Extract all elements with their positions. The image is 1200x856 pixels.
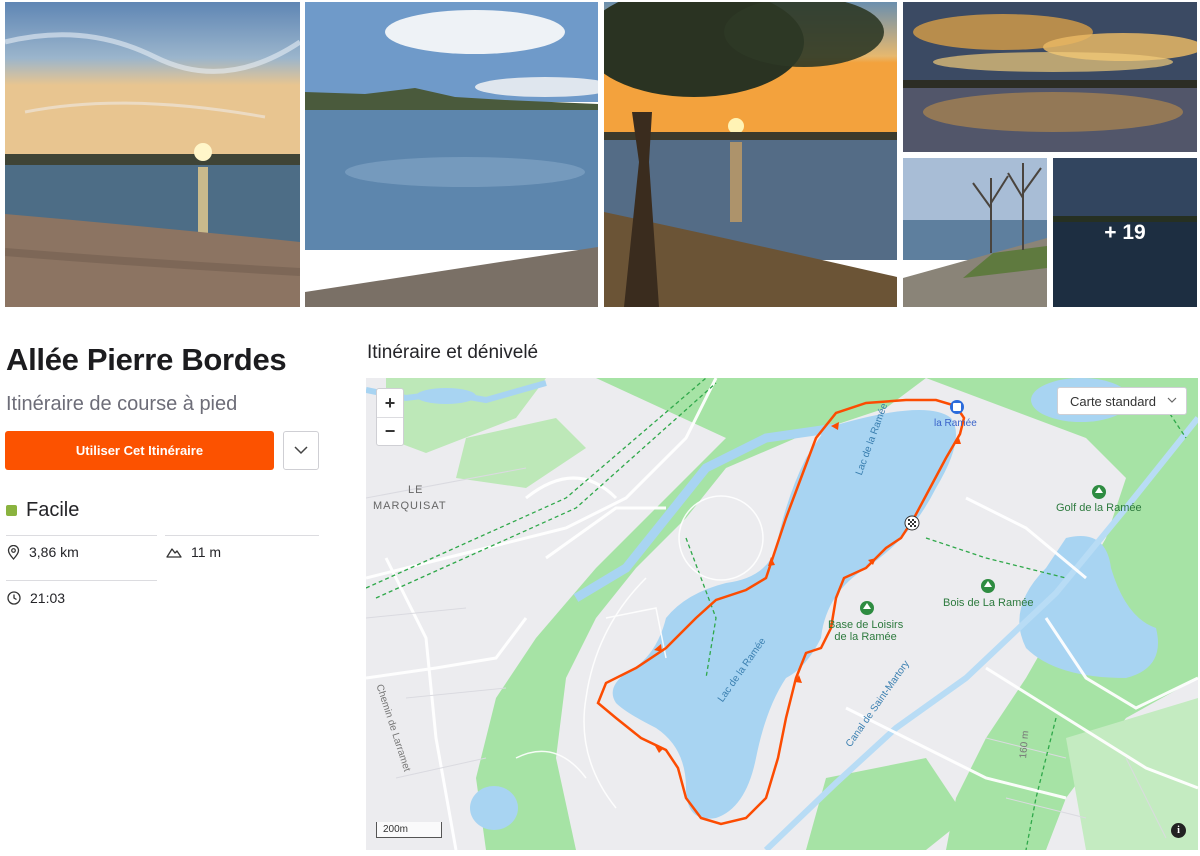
map-scale-bar: 200m <box>376 822 442 838</box>
zoom-out-button[interactable]: − <box>377 417 403 445</box>
map-label-marquisat: MARQUISAT <box>373 500 447 512</box>
map-label-base-line2: de la Ramée <box>834 631 897 643</box>
photo-more[interactable]: + 19 <box>1053 158 1197 307</box>
map-type-select[interactable]: Carte standard <box>1057 387 1187 415</box>
map-label-start[interactable]: la Ramée <box>934 418 977 430</box>
map-label-base-line1: Base de Loisirs <box>828 619 904 631</box>
clock-icon <box>7 591 21 605</box>
more-photos-count[interactable]: + 19 <box>1053 158 1197 307</box>
photo-winter-trees[interactable] <box>903 158 1047 307</box>
chevron-down-icon <box>294 446 308 455</box>
stat-time: 21:03 <box>7 590 65 606</box>
location-pin-icon <box>7 544 20 560</box>
divider <box>6 580 157 581</box>
mountain-icon <box>166 548 182 558</box>
map-label-base-loisirs[interactable]: Base de Loisirs de la Ramée <box>828 619 903 643</box>
time-value: 21:03 <box>30 590 66 606</box>
more-options-dropdown[interactable] <box>283 431 319 470</box>
route-title: Allée Pierre Bordes <box>6 342 287 377</box>
photo-beach-sunset[interactable] <box>5 2 300 307</box>
photo-cloudy-sunset[interactable] <box>903 2 1197 152</box>
distance-value: 3,86 km <box>29 544 79 560</box>
route-map[interactable]: LE MARQUISAT la Ramée Golf de la Ramée B… <box>366 378 1198 850</box>
divider <box>6 535 157 536</box>
difficulty-indicator <box>6 505 17 516</box>
map-label-le: LE <box>408 484 424 496</box>
map-label-bois[interactable]: Bois de La Ramée <box>943 597 1034 609</box>
use-route-button[interactable]: Utiliser Cet Itinéraire <box>5 431 274 470</box>
map-canvas[interactable] <box>366 378 1198 850</box>
finish-flag-icon <box>904 515 920 531</box>
stat-elevation: 11 m <box>166 544 221 560</box>
stat-distance: 3,86 km <box>7 544 79 560</box>
difficulty-badge: Facile <box>6 499 79 522</box>
pond <box>470 786 518 830</box>
route-subtitle: Itinéraire de course à pied <box>6 393 238 415</box>
photo-lake-clouds[interactable] <box>305 2 598 307</box>
chevron-down-icon <box>1167 397 1177 403</box>
elevation-value: 11 m <box>191 544 222 560</box>
zoom-control: + − <box>376 388 404 446</box>
map-label-contour: 160 m <box>1018 730 1032 759</box>
difficulty-label: Facile <box>26 499 80 521</box>
map-label-golf[interactable]: Golf de la Ramée <box>1056 502 1142 514</box>
info-icon[interactable]: i <box>1171 823 1186 838</box>
map-type-label: Carte standard <box>1070 393 1156 409</box>
photo-gallery: + 19 <box>0 0 1200 310</box>
map-heading: Itinéraire et dénivelé <box>367 342 539 363</box>
divider <box>165 535 319 536</box>
photo-tree-sunset[interactable] <box>604 2 897 307</box>
zoom-in-button[interactable]: + <box>377 389 403 417</box>
